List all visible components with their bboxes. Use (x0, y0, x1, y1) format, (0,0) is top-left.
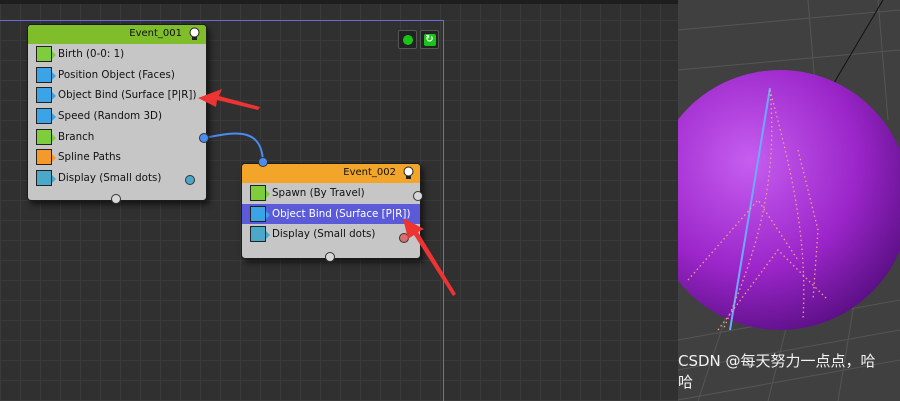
viewport-panel[interactable]: CSDN @每天努力一点点，哈哈 (678, 0, 900, 401)
viewport-scene (678, 0, 900, 401)
purple-sphere (678, 70, 900, 330)
particle-flow-editor[interactable]: ↻ Event_001 Birth (0-0: 1) Position Objec… (0, 0, 678, 401)
watermark: CSDN @每天努力一点点，哈哈 (678, 352, 876, 391)
annotation-arrow-1 (198, 89, 260, 110)
annotation-layer (198, 89, 456, 296)
annotation-arrow-2 (403, 218, 456, 296)
